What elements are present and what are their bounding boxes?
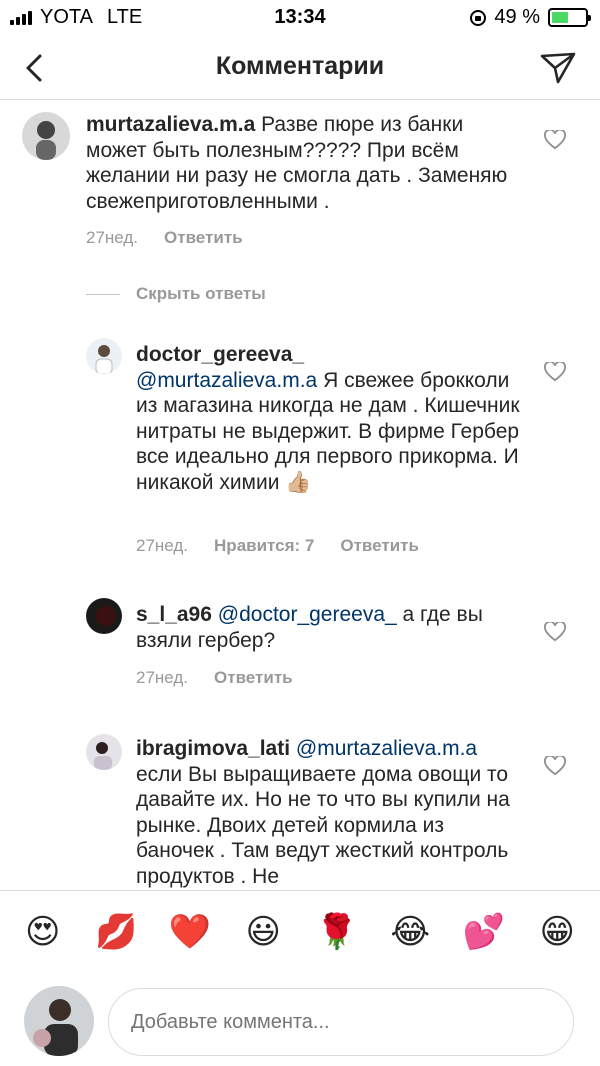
comment-meta: 27нед. Нравится: 7 Ответить [136, 536, 419, 556]
comment-input[interactable] [108, 988, 574, 1056]
heart-icon [544, 128, 566, 150]
like-button[interactable] [544, 620, 566, 642]
heart-icon [544, 360, 566, 382]
comment-username[interactable]: murtazalieva.m.a [86, 113, 255, 136]
share-button[interactable] [538, 48, 578, 88]
emoji-heart-eyes-button[interactable]: 😍 [18, 912, 68, 952]
comment-time: 27нед. [136, 668, 189, 687]
user-avatar [24, 986, 94, 1056]
comment-username[interactable]: ibragimova_lati [136, 737, 290, 760]
heart-icon [544, 620, 566, 642]
comment-text: s_l_a96 @doctor_gereeva_ а где вы взяли … [136, 602, 526, 653]
avatar[interactable] [86, 338, 122, 374]
divider-line [86, 293, 120, 295]
reply-button[interactable]: Ответить [340, 536, 419, 556]
status-bar: YOTA LTE 13:34 49 % [0, 0, 600, 36]
heart-icon [544, 754, 566, 776]
battery-percent: 49 % [494, 6, 540, 28]
comment-time: 27нед. [136, 536, 189, 555]
emoji-rose-button[interactable]: 🌹 [312, 912, 362, 952]
paper-plane-icon [540, 52, 576, 84]
emoji-two-hearts-button[interactable]: 💕 [459, 912, 509, 952]
reply-button[interactable]: Ответить [164, 228, 243, 248]
reply-item: ibragimova_lati @murtazalieva.m.a если В… [0, 724, 600, 890]
comment-text: murtazalieva.m.a Разве пюре из банки мож… [86, 112, 526, 214]
comment-body: если Вы выращиваете дома овощи то давайт… [136, 762, 510, 888]
avatar[interactable] [22, 112, 70, 160]
page-title: Комментарии [215, 52, 385, 80]
avatar[interactable] [86, 734, 122, 770]
battery-icon [548, 8, 591, 27]
header: Комментарии [0, 36, 600, 100]
comment-composer [0, 972, 600, 1066]
emoji-heart-button[interactable]: ❤️ [165, 912, 215, 952]
comment-meta: 27нед. Ответить [136, 668, 293, 688]
comment-text: ibragimova_lati @murtazalieva.m.a если В… [136, 736, 526, 889]
hide-replies-label: Скрыть ответы [136, 284, 266, 303]
avatar[interactable] [86, 598, 122, 634]
comment-username[interactable]: s_l_a96 [136, 603, 212, 626]
comment-mention[interactable]: @murtazalieva.m.a [136, 369, 317, 392]
emoji-joy-button[interactable]: 😂 [385, 912, 435, 952]
like-button[interactable] [544, 360, 566, 382]
like-button[interactable] [544, 128, 566, 150]
comment-username[interactable]: doctor_gereeva_ [136, 342, 526, 368]
reply-button[interactable]: Ответить [214, 668, 293, 688]
comment-text: doctor_gereeva_ @murtazalieva.m.a Я свеж… [136, 342, 526, 495]
rotation-lock-icon [470, 9, 487, 26]
like-button[interactable] [544, 754, 566, 776]
status-right: 49 % [470, 6, 591, 29]
comment-mention[interactable]: @murtazalieva.m.a [296, 737, 477, 760]
emoji-grin-button[interactable]: 😁 [532, 912, 582, 952]
emoji-bar: 😍 💋 ❤️ 😃 🌹 😂 💕 😁 [0, 890, 600, 972]
comment-mention[interactable]: @doctor_gereeva_ [218, 603, 397, 626]
comment-time: 27нед. [86, 228, 139, 247]
comment-meta: 27нед. Ответить [86, 228, 243, 248]
hide-replies-toggle[interactable]: Скрыть ответы [86, 284, 266, 304]
emoji-smile-button[interactable]: 😃 [238, 912, 288, 952]
likes-count[interactable]: Нравится: 7 [214, 536, 314, 556]
emoji-kiss-button[interactable]: 💋 [91, 912, 141, 952]
